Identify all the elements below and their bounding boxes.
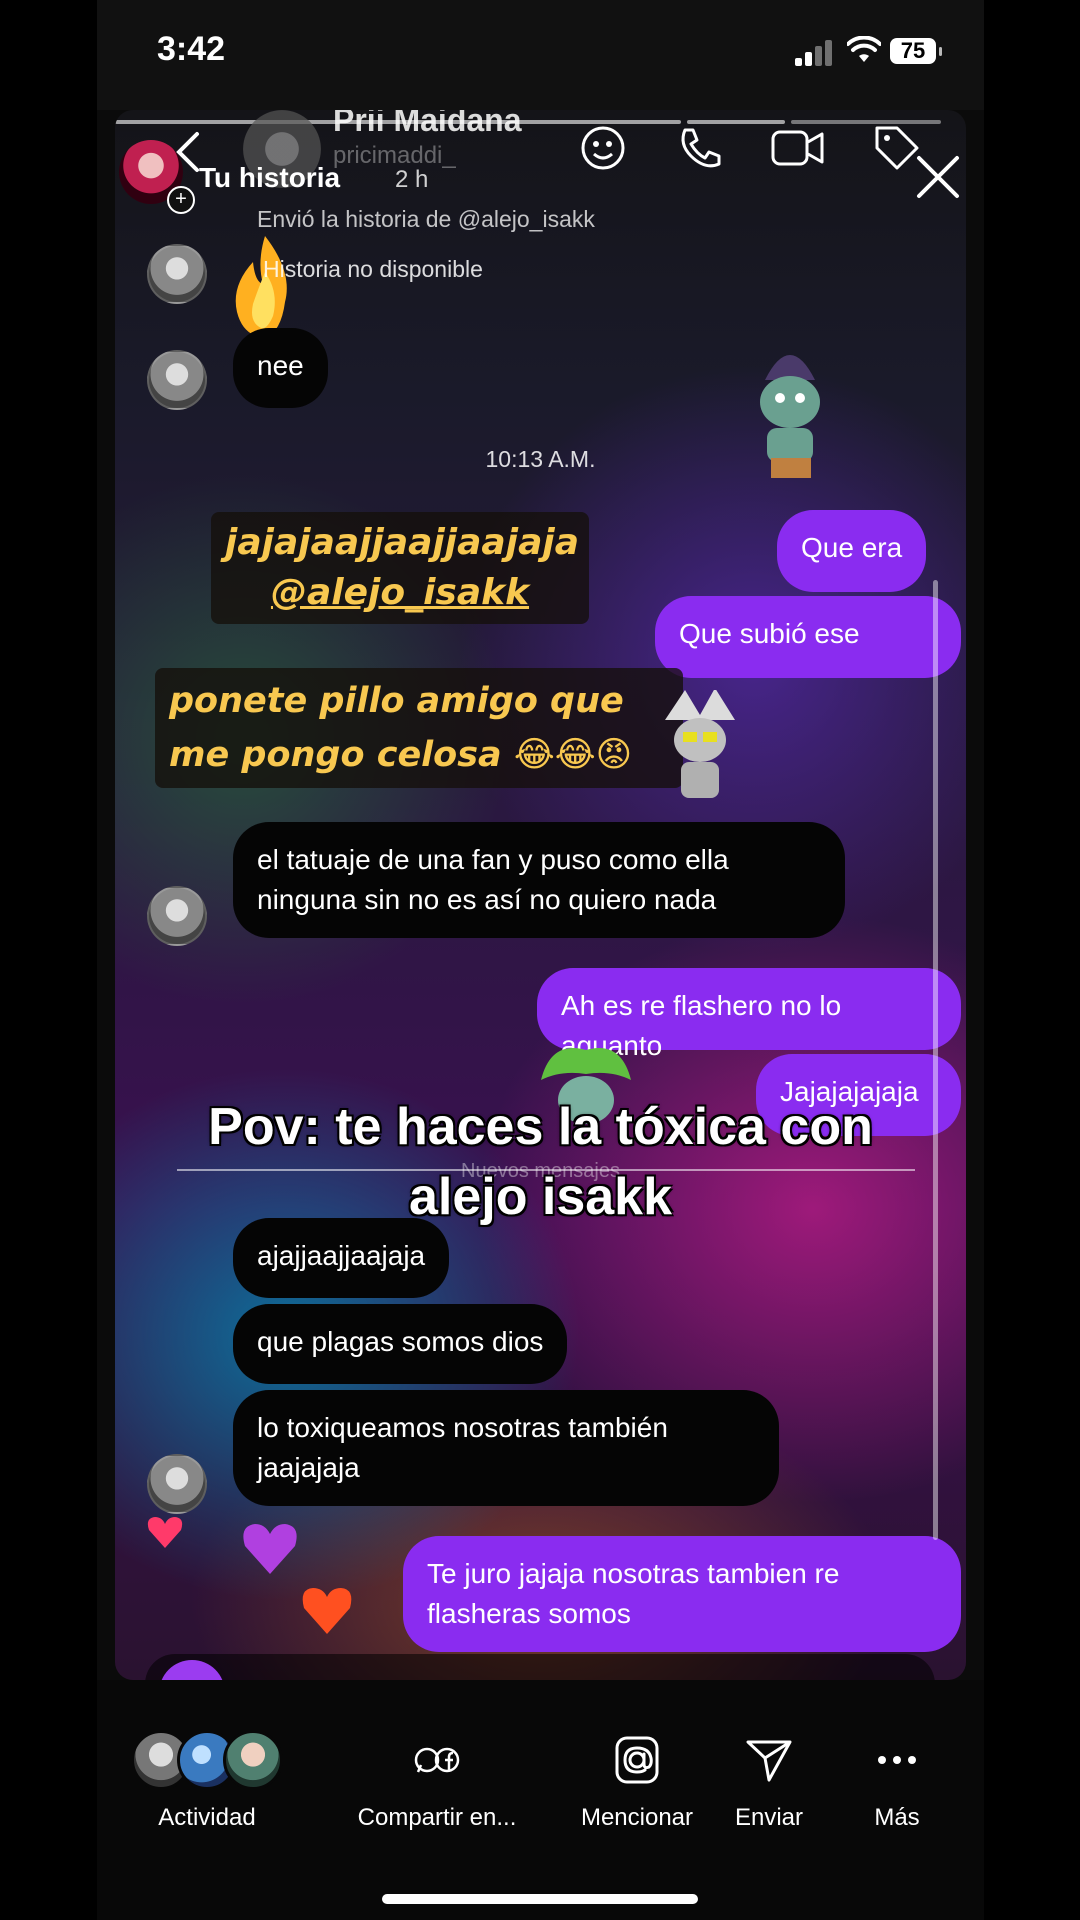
heart-emoji-icon [147, 1517, 183, 1548]
story-unavailable-text: Historia no disponible [263, 256, 483, 282]
send-icon [709, 1730, 829, 1790]
home-indicator[interactable] [382, 1894, 698, 1904]
story-age: 2 h [395, 166, 429, 193]
mention-button[interactable]: Mencionar [562, 1730, 712, 1832]
message-incoming[interactable]: el tatuaje de una fan y puso como ella n… [233, 822, 845, 938]
video-call-icon [771, 130, 824, 166]
share-to-label: Compartir en... [357, 1804, 517, 1831]
story-viewer[interactable]: Prii Maidana pricimaddi_ + Tu historia 2… [115, 110, 966, 1680]
message-outgoing[interactable]: Que era [777, 510, 927, 592]
message-text: ninguna sin no es así no quiero nada [257, 884, 717, 915]
status-time: 3:42 [157, 30, 226, 68]
share-apps-icon [337, 1730, 537, 1790]
caption-line: alejo isakk [408, 1168, 673, 1226]
add-story-icon[interactable]: + [167, 186, 195, 214]
status-bar: 3:42 75 [97, 0, 984, 110]
share-to-button[interactable]: Compartir en... [337, 1730, 537, 1832]
sticker-mention-text[interactable]: @alejo_isakk [225, 568, 575, 618]
heart-emoji-icon [243, 1524, 297, 1574]
message-outgoing[interactable]: Te juro jajaja nosotras tambien re flash… [403, 1536, 961, 1652]
contact-avatar [147, 886, 207, 946]
story-text-sticker: jajajaajjaajjaajaja @alejo_isakk [211, 512, 589, 624]
sticker-jealous-text: ponete pillo amigo que [169, 681, 624, 721]
message-composer [145, 1654, 935, 1680]
message-text: lo toxiqueamos nosotras también [257, 1412, 668, 1443]
signal-icon [795, 38, 835, 66]
more-label: Más [874, 1804, 920, 1831]
video-caption: Pov: te haces la tóxica con alejo isakk [97, 1092, 984, 1232]
message-text: jaajajaja [257, 1452, 360, 1483]
chat-contact-name: Prii Maidana [333, 110, 522, 138]
contact-avatar [147, 1454, 207, 1514]
contact-avatar [147, 244, 207, 304]
phone-screen: 3:42 75 Prii Maidana pricimaddi_ + Tu hi… [97, 0, 984, 1920]
battery-icon: 75 [890, 38, 942, 64]
message-incoming[interactable]: que plagas somos dios [233, 1304, 568, 1384]
caption-line: Pov: te haces la tóxica con [208, 1098, 873, 1156]
shared-story-note: Envió la historia de @alejo_isakk [257, 206, 595, 232]
story-text-sticker: ponete pillo amigo que me pongo celosa 😂… [155, 668, 683, 788]
mention-label: Mencionar [580, 1804, 694, 1831]
activity-label: Actividad [158, 1804, 256, 1831]
chat-timestamp: 10:13 A.M. [485, 446, 596, 472]
activity-avatars-icon [127, 1730, 287, 1790]
heart-emoji-icon [302, 1588, 352, 1634]
sticker-jealous-text: me pongo celosa 😂😂😡 [169, 735, 633, 775]
send-button[interactable]: Enviar [709, 1730, 829, 1832]
more-icon [847, 1730, 947, 1790]
close-icon[interactable] [915, 154, 961, 200]
at-icon [562, 1730, 712, 1790]
message-text: Te juro jajaja nosotras tambien re [427, 1558, 840, 1589]
wifi-icon [847, 36, 881, 62]
more-button[interactable]: Más [847, 1730, 947, 1832]
message-outgoing[interactable]: Ah es re flashero no lo aguanto [537, 968, 961, 1061]
viewer-avatar [223, 1730, 283, 1790]
phone-call-icon [681, 128, 721, 168]
fire-emoji-icon [235, 236, 287, 338]
sticker-add-icon [581, 126, 625, 170]
message-text: el tatuaje de una fan y puso como ella [257, 844, 729, 875]
chat-scrollbar [933, 580, 938, 1540]
story-owner-label: Tu historia [199, 162, 341, 193]
troll-sticker-icon [665, 690, 735, 798]
camera-icon [159, 1660, 225, 1680]
sticker-laugh-text: jajajaajjaajjaajaja [225, 522, 579, 563]
contact-avatar [147, 350, 207, 410]
message-outgoing[interactable]: Que subió ese [655, 596, 961, 678]
activity-button[interactable]: Actividad [127, 1730, 287, 1832]
send-label: Enviar [734, 1804, 804, 1831]
message-text: flasheras somos [427, 1598, 631, 1629]
message-incoming[interactable]: nee [233, 328, 328, 408]
message-incoming[interactable]: lo toxiqueamos nosotras también jaajajaj… [233, 1390, 779, 1506]
